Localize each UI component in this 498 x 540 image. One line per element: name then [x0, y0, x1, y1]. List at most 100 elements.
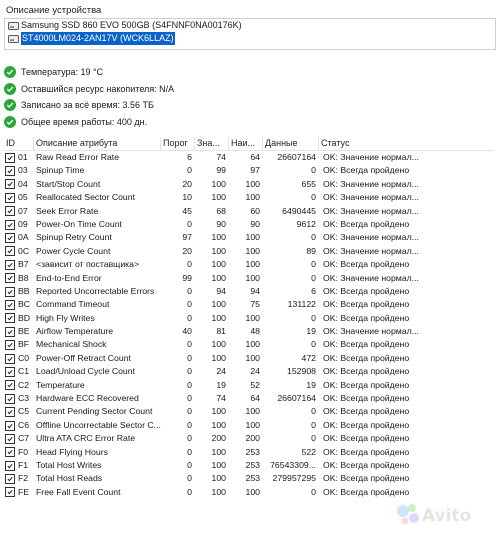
attribute-id-cell: F2: [4, 472, 34, 485]
checkmark-icon: [7, 383, 13, 388]
table-row[interactable]: 09 Power-On Time Count 0 90 90 9612 OK: Всегда…: [4, 218, 494, 231]
attribute-worst: 60: [250, 205, 260, 216]
table-row[interactable]: BB Reported Uncorrectable Errors 0 94 94 6 OK:…: [4, 285, 494, 298]
column-header-name[interactable]: Описание атрибута: [34, 137, 161, 150]
attribute-threshold: 45: [182, 205, 192, 216]
attribute-checkbox[interactable]: [5, 273, 15, 284]
attribute-id: F2: [18, 473, 29, 484]
attribute-id: C1: [18, 366, 30, 377]
table-row[interactable]: C7 Ultra ATA CRC Error Rate 0 200 200 0 OK: Вс…: [4, 432, 494, 445]
table-row[interactable]: C0 Power-Off Retract Count 0 100 100 472 OK: В…: [4, 352, 494, 365]
table-row[interactable]: BC Command Timeout 0 100 75 131122 OK: Всегда …: [4, 298, 494, 311]
attribute-checkbox[interactable]: [5, 219, 15, 230]
table-row[interactable]: BD High Fly Writes 0 100 100 0 OK: Всегда прой…: [4, 312, 494, 325]
table-row[interactable]: F1 Total Host Writes 0 100 253 76543309... OK:…: [4, 459, 494, 472]
attribute-checkbox[interactable]: [5, 460, 15, 471]
attribute-checkbox[interactable]: [5, 393, 15, 404]
attribute-name: Reallocated Sector Count: [36, 192, 135, 203]
device-list[interactable]: Samsung SSD 860 EVO 500GB (S4FNNF0NA0017…: [4, 18, 496, 50]
table-row[interactable]: 05 Reallocated Sector Count 10 100 100 0 OK: З…: [4, 191, 494, 204]
attribute-checkbox[interactable]: [5, 447, 15, 458]
table-row[interactable]: F2 Total Host Reads 0 100 253 279957295 OK: Вс…: [4, 472, 494, 485]
attribute-id-cell: 04: [4, 178, 34, 191]
attribute-status: OK: Значение нормал...: [323, 178, 419, 189]
attribute-checkbox[interactable]: [5, 233, 15, 244]
attribute-checkbox[interactable]: [5, 353, 15, 364]
table-row[interactable]: 07 Seek Error Rate 45 68 60 6490445 OK: Значен…: [4, 205, 494, 218]
column-header-worst[interactable]: Наи...: [229, 137, 263, 150]
attribute-checkbox[interactable]: [5, 179, 15, 190]
attribute-threshold: 0: [187, 339, 192, 350]
table-row[interactable]: 0C Power Cycle Count 20 100 100 89 OK: Значени…: [4, 245, 494, 258]
device-item[interactable]: Samsung SSD 860 EVO 500GB (S4FNNF0NA0017…: [5, 19, 495, 32]
attribute-value: 74: [216, 152, 226, 162]
attribute-id-cell: BC: [4, 298, 34, 311]
attribute-checkbox[interactable]: [5, 326, 15, 337]
smart-attributes-table[interactable]: ID Описание атрибута Порог Зна... Наи...…: [4, 137, 494, 499]
attribute-threshold: 0: [187, 379, 192, 390]
attribute-status: OK: Всегда пройдено: [323, 486, 410, 497]
attribute-checkbox[interactable]: [5, 420, 15, 431]
attribute-name: <зависит от поставщика>: [36, 259, 140, 270]
attribute-checkbox[interactable]: [5, 380, 15, 391]
attribute-checkbox[interactable]: [5, 299, 15, 310]
attribute-threshold: 0: [187, 473, 192, 484]
attribute-status: OK: Всегда пройдено: [323, 299, 410, 310]
attribute-checkbox[interactable]: [5, 407, 15, 418]
attribute-data: 6490445: [282, 205, 316, 216]
table-row[interactable]: B7 <зависит от поставщика> 0 100 100 0 OK: Все…: [4, 258, 494, 271]
attribute-status: OK: Всегда пройдено: [323, 218, 410, 229]
attribute-worst: 253: [245, 459, 261, 470]
attribute-checkbox[interactable]: [5, 246, 15, 257]
attribute-worst: 200: [245, 433, 261, 444]
attribute-threshold: 6: [187, 152, 192, 162]
checkmark-icon: [7, 316, 13, 321]
attribute-checkbox[interactable]: [5, 487, 15, 498]
attribute-name: Ultra ATA CRC Error Rate: [36, 433, 136, 444]
table-row[interactable]: F0 Head Flying Hours 0 100 253 522 OK: Всегда …: [4, 446, 494, 459]
attribute-checkbox[interactable]: [5, 206, 15, 217]
table-row[interactable]: BE Airflow Temperature 40 81 48 19 OK: Значени…: [4, 325, 494, 338]
table-row[interactable]: BF Mechanical Shock 0 100 100 0 OK: Всегда про…: [4, 338, 494, 351]
table-row[interactable]: 01 Raw Read Error Rate 6 74 64 26607164 OK: Зн…: [4, 151, 494, 164]
attribute-name: Reported Uncorrectable Errors: [36, 285, 155, 296]
attribute-checkbox[interactable]: [5, 152, 15, 163]
attribute-checkbox[interactable]: [5, 192, 15, 203]
attribute-checkbox[interactable]: [5, 474, 15, 485]
attribute-id-cell: C7: [4, 432, 34, 445]
column-header-value[interactable]: Зна...: [195, 137, 229, 150]
table-row[interactable]: B8 End-to-End Error 99 100 100 0 OK: Значение …: [4, 272, 494, 285]
attribute-checkbox[interactable]: [5, 433, 15, 444]
attribute-id-cell: F1: [4, 459, 34, 472]
attribute-worst: 48: [250, 326, 260, 337]
attribute-data: 0: [311, 339, 316, 350]
table-row[interactable]: 03 Spinup Time 0 99 97 0 OK: Всегда пройдено: [4, 164, 494, 177]
attribute-checkbox[interactable]: [5, 286, 15, 297]
column-header-id[interactable]: ID: [4, 137, 34, 150]
checkmark-icon: [7, 409, 13, 415]
table-row[interactable]: C1 Load/Unload Cycle Count 0 24 24 152908 OK: …: [4, 365, 494, 378]
attribute-checkbox[interactable]: [5, 340, 15, 351]
column-header-data[interactable]: Данные: [263, 137, 319, 150]
device-item[interactable]: ST4000LM024-2AN17V (WCK6LLAZ): [5, 32, 495, 45]
column-header-threshold[interactable]: Порог: [161, 137, 195, 150]
attribute-data: 0: [311, 419, 316, 430]
attribute-value: 100: [211, 339, 227, 350]
table-row[interactable]: 0A Spinup Retry Count 97 100 100 0 OK: Значени…: [4, 231, 494, 244]
attribute-id: 03: [18, 165, 28, 176]
table-row[interactable]: C3 Hardware ECC Recovered 0 74 64 26607164 OK:…: [4, 392, 494, 405]
attribute-status: OK: Всегда пройдено: [323, 473, 410, 484]
attribute-checkbox[interactable]: [5, 259, 15, 270]
attribute-checkbox[interactable]: [5, 313, 15, 324]
attribute-worst: 253: [245, 446, 261, 457]
table-row[interactable]: FE Free Fall Event Count 0 100 100 0 OK: Всегд…: [4, 486, 494, 499]
attribute-id-cell: B8: [4, 272, 34, 285]
column-header-status[interactable]: Статус: [319, 137, 494, 150]
table-row[interactable]: C6 Offline Uncorrectable Sector C... 0 100 1…: [4, 419, 494, 432]
attribute-checkbox[interactable]: [5, 166, 15, 177]
table-row[interactable]: C5 Current Pending Sector Count 0 100 100 0 OK…: [4, 405, 494, 418]
table-row[interactable]: 04 Start/Stop Count 20 100 100 655 OK: Значени…: [4, 178, 494, 191]
table-row[interactable]: C2 Temperature 0 19 52 19 OK: Всегда пройдено: [4, 379, 494, 392]
attribute-checkbox[interactable]: [5, 366, 15, 377]
attribute-name: Total Host Writes: [36, 459, 102, 470]
